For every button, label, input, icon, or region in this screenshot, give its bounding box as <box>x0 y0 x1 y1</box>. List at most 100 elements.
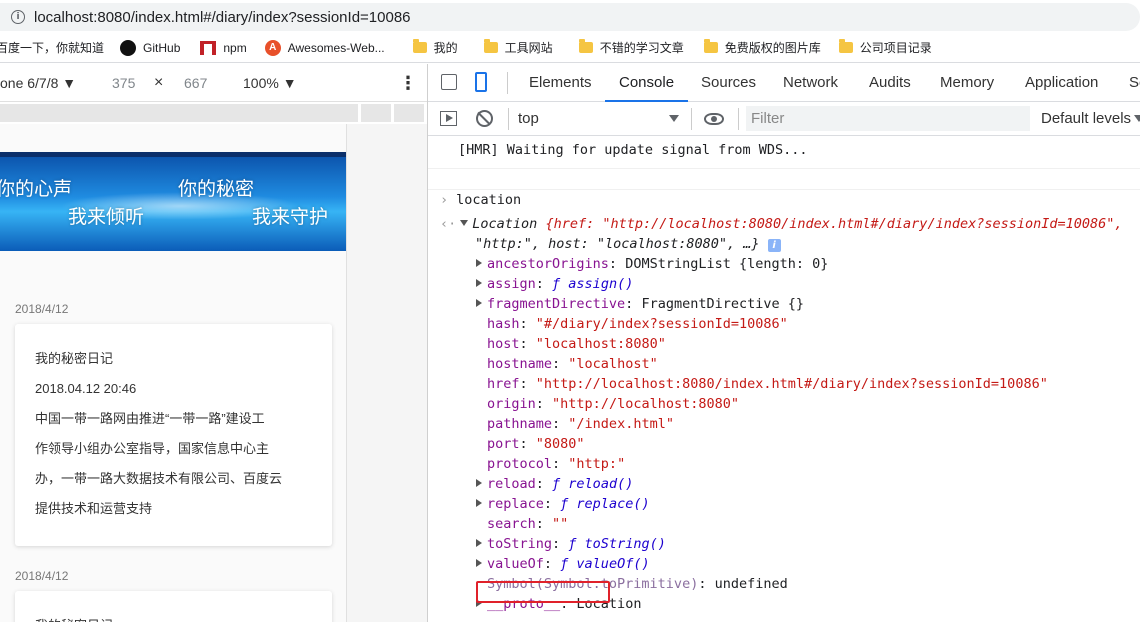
devtools-tabbar: Elements Console Sources Network Audits … <box>428 64 1140 102</box>
device-height-input[interactable]: 667 <box>184 75 207 91</box>
more-options-icon[interactable]: ⋮ <box>399 74 417 92</box>
bookmark-label: 百度一下，你就知道 <box>0 41 105 55</box>
property-key: hostname <box>487 356 553 372</box>
live-expression-eye-icon[interactable] <box>704 113 724 125</box>
search-highlight-box <box>476 581 610 603</box>
property-colon: : <box>535 516 553 532</box>
property-key: pathname <box>487 416 553 432</box>
folder-icon <box>838 39 853 53</box>
bookmark-folder-images[interactable]: 免费版权的图片库 <box>703 33 821 62</box>
device-toolbar-icon[interactable] <box>475 72 487 92</box>
diary-card[interactable]: 我的秘密日记 2018.04.12 20:46 中国一带一路网由推进“一带一路”… <box>15 324 332 546</box>
property-row: search: "" <box>487 516 1140 532</box>
info-icon[interactable]: i <box>11 10 25 24</box>
tab-console[interactable]: Console <box>604 64 689 102</box>
property-row[interactable]: toString: ƒ toString() <box>476 536 1140 552</box>
bookmark-label: 工具网站 <box>504 41 553 55</box>
property-key: hash <box>487 316 520 332</box>
bookmark-github[interactable]: GitHub <box>120 33 181 62</box>
property-colon: : <box>535 476 553 492</box>
bookmark-baidu[interactable]: 百度一下，你就知道 <box>0 33 105 62</box>
tab-audits[interactable]: Audits <box>869 64 911 102</box>
media-query-segment[interactable] <box>0 104 358 122</box>
banner-text: 我来守护 <box>252 206 329 228</box>
bookmark-npm[interactable]: npm <box>200 33 247 62</box>
bookmark-folder-tools[interactable]: 工具网站 <box>483 33 553 62</box>
property-colon: : <box>535 396 553 412</box>
property-row[interactable]: reload: ƒ reload() <box>476 476 1140 492</box>
times-icon: × <box>154 73 164 91</box>
property-colon: : <box>519 316 536 332</box>
property-row[interactable]: valueOf: ƒ valueOf() <box>476 556 1140 572</box>
chevron-down-icon[interactable] <box>669 115 679 122</box>
tab-security[interactable]: Se <box>1129 64 1140 102</box>
chevron-down-icon[interactable] <box>1134 115 1140 122</box>
property-key: port <box>487 436 520 452</box>
expand-triangle-icon[interactable] <box>476 499 482 507</box>
bookmark-folder-projects[interactable]: 公司项目记录 <box>838 33 932 62</box>
property-row[interactable]: fragmentDirective: FragmentDirective {} <box>476 296 1140 312</box>
divider <box>508 108 509 130</box>
bookmark-label: 免费版权的图片库 <box>724 41 821 55</box>
device-width-input[interactable]: 375 <box>112 75 135 91</box>
divider <box>507 72 508 94</box>
log-levels-select[interactable]: Default levels <box>1041 110 1131 127</box>
bookmark-label: GitHub <box>143 40 181 55</box>
sidebar-toggle-icon[interactable] <box>440 111 457 126</box>
entry-date: 2018/4/12 <box>15 302 69 316</box>
tab-application[interactable]: Application <box>1025 64 1098 102</box>
tab-network[interactable]: Network <box>783 64 838 102</box>
zoom-select[interactable]: 100% ▼ <box>243 75 297 91</box>
filter-input[interactable] <box>746 106 1030 131</box>
property-colon: : <box>552 536 569 552</box>
property-colon: : <box>552 356 569 372</box>
tab-memory[interactable]: Memory <box>940 64 994 102</box>
info-badge-icon[interactable]: i <box>767 239 781 252</box>
property-value: DOMStringList {length: 0} <box>625 256 829 272</box>
tab-elements[interactable]: Elements <box>529 64 592 102</box>
location-summary[interactable]: ‹· Location {href: "http://localhost:8080… <box>440 216 1140 232</box>
tab-sources[interactable]: Sources <box>701 64 756 102</box>
expand-triangle-icon[interactable] <box>460 220 469 226</box>
expand-triangle-icon[interactable] <box>476 299 482 307</box>
property-value: "http://localhost:8080/index.html#/diary… <box>535 376 1048 392</box>
omnibox[interactable]: i localhost:8080/index.html#/diary/index… <box>0 3 1140 31</box>
expand-triangle-icon[interactable] <box>476 259 482 267</box>
property-key: valueOf <box>487 556 544 572</box>
bookmark-awesomes[interactable]: A Awesomes-Web... <box>264 33 385 62</box>
bookmark-label: 不错的学习文章 <box>599 41 684 55</box>
divider <box>738 108 739 130</box>
property-row[interactable]: assign: ƒ assign() <box>476 276 1140 292</box>
property-key: assign <box>487 276 536 292</box>
property-key: replace <box>487 496 544 512</box>
clear-console-icon[interactable] <box>476 110 493 127</box>
device-select[interactable]: one 6/7/8 ▼ <box>0 75 76 91</box>
expand-triangle-icon[interactable] <box>476 559 482 567</box>
bookmark-folder-mine[interactable]: 我的 <box>412 33 458 62</box>
expand-triangle-icon[interactable] <box>476 279 482 287</box>
address-bar[interactable]: i localhost:8080/index.html#/diary/index… <box>0 0 1140 33</box>
property-key: protocol <box>487 456 553 472</box>
property-value: "http://localhost:8080" <box>552 396 739 412</box>
url-text[interactable]: localhost:8080/index.html#/diary/index?s… <box>34 9 411 26</box>
context-select[interactable]: top <box>518 110 539 127</box>
bookmark-label: 我的 <box>433 41 458 55</box>
diary-datetime: 2018.04.12 20:46 <box>35 381 137 396</box>
expand-triangle-icon[interactable] <box>476 479 482 487</box>
expand-triangle-icon[interactable] <box>476 539 482 547</box>
property-row: pathname: "/index.html" <box>487 416 1140 432</box>
diary-card[interactable]: 我的秘密日记 <box>15 591 332 622</box>
inspect-element-icon[interactable] <box>441 74 457 90</box>
mobile-page[interactable]: 你的心声 我来倾听 你的秘密 我来守护 2018/4/12 我的秘密日记 201… <box>0 124 347 622</box>
property-value: "localhost:8080" <box>535 336 666 352</box>
property-row: port: "8080" <box>487 436 1140 452</box>
property-row[interactable]: ancestorOrigins: DOMStringList {length: … <box>476 256 1140 272</box>
diary-title: 我的秘密日记 <box>35 611 312 622</box>
summary-line-2: "http:", host: "localhost:8080", …} <box>475 236 760 252</box>
bookmark-folder-articles[interactable]: 不错的学习文章 <box>578 33 684 62</box>
media-query-segment[interactable] <box>361 104 391 122</box>
property-row: href: "http://localhost:8080/index.html#… <box>487 376 1140 392</box>
property-row[interactable]: replace: ƒ replace() <box>476 496 1140 512</box>
property-value: "http:" <box>568 456 626 472</box>
media-query-segment[interactable] <box>394 104 424 122</box>
